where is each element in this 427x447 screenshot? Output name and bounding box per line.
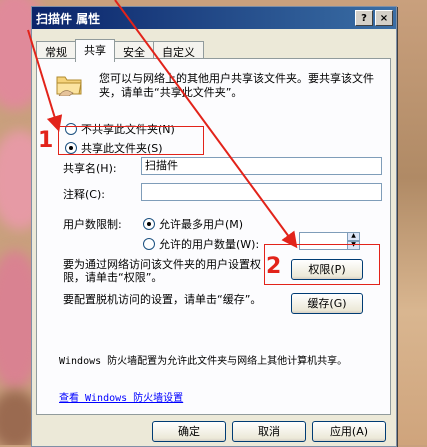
share-name-input[interactable]: 扫描件: [141, 157, 382, 175]
permissions-text: 要为通过网络访问该文件夹的用户设置权限，请单击“权限”。: [63, 258, 261, 284]
sharing-panel: 您可以与网络上的其他用户共享该文件夹。要共享该文件夹，请单击“共享此文件夹”。 …: [36, 58, 391, 415]
user-limit-label: 用户数限制:: [63, 218, 122, 231]
shared-folder-icon: [55, 72, 83, 97]
sharing-description: 您可以与网络上的其他用户共享该文件夹。要共享该文件夹，请单击“共享此文件夹”。: [99, 72, 374, 99]
step2-number: 2: [266, 254, 282, 279]
properties-dialog: 扫描件 属性 ? × 常规 共享 安全 自定义 您可以与网络上的其他用户共享该文…: [31, 6, 397, 447]
tab-strip: 常规 共享 安全 自定义: [36, 39, 204, 62]
max-users-label: 允许最多用户(M): [159, 218, 244, 231]
ok-button[interactable]: 确定: [152, 421, 226, 442]
allowed-users-radio[interactable]: [143, 238, 155, 250]
caching-text: 要配置脱机访问的设置，请单击“缓存”。: [63, 293, 262, 306]
spin-up-icon[interactable]: ▲: [348, 232, 360, 241]
allowed-users-option[interactable]: 允许的用户数量(W):: [143, 236, 259, 252]
max-users-radio[interactable]: [143, 218, 155, 230]
apply-button[interactable]: 应用(A): [312, 421, 386, 442]
cancel-button[interactable]: 取消: [232, 421, 306, 442]
help-button[interactable]: ?: [355, 10, 373, 26]
dialog-title: 扫描件 属性: [36, 11, 101, 26]
allowed-users-label: 允许的用户数量(W):: [159, 238, 260, 251]
comment-label: 注释(C):: [63, 188, 105, 201]
comment-input[interactable]: [141, 183, 382, 201]
caching-button[interactable]: 缓存(G): [291, 293, 363, 314]
step1-number: 1: [38, 128, 54, 153]
firewall-text: Windows 防火墙配置为允许此文件夹与网络上其他计算机共享。: [59, 356, 348, 367]
max-users-option[interactable]: 允许最多用户(M): [143, 216, 243, 232]
step2-highlight: [264, 244, 380, 285]
tab-sharing[interactable]: 共享: [75, 39, 115, 62]
title-bar[interactable]: 扫描件 属性 ? ×: [32, 7, 396, 29]
step1-highlight: [58, 126, 204, 155]
share-name-label: 共享名(H):: [63, 162, 117, 175]
firewall-settings-link[interactable]: 查看 Windows 防火墙设置: [59, 389, 183, 404]
close-button[interactable]: ×: [375, 10, 393, 26]
